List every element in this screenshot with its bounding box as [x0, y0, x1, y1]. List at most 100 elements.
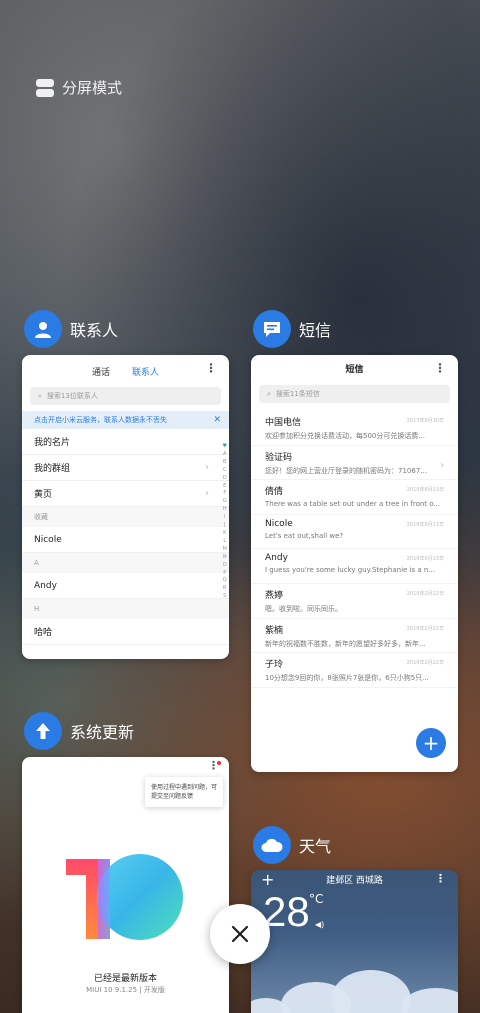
list-item[interactable]: 我的群组 › — [22, 455, 229, 481]
more-icon[interactable]: ⋮ — [435, 872, 446, 885]
list-item-label: Andy — [34, 580, 57, 591]
index-letter[interactable]: J — [224, 522, 225, 530]
weather-app-header[interactable]: 天气 — [253, 826, 331, 864]
list-item-label: 我的群组 — [34, 464, 71, 474]
list-item[interactable]: Andy — [22, 573, 229, 599]
thread-preview: 欢迎参加积分兑换话费活动，每500分可兑换话费... — [265, 432, 426, 440]
cloud-notice-banner[interactable]: 点击开启小米云服务，联系人数据永不丢失 ✕ — [22, 411, 229, 429]
split-screen-label: 分屏模式 — [62, 79, 123, 97]
contacts-app-icon — [24, 310, 62, 348]
list-item[interactable]: Nicole — [22, 527, 229, 553]
threads-list: 中国电信 2017年8月30日 欢迎参加积分兑换话费活动，每500分可兑换话费...… — [251, 411, 458, 688]
thread-preview: Let's eat out,shall we? — [265, 531, 344, 540]
close-icon — [231, 925, 249, 943]
thread-preview: 嗯。收到啦。同乐同乐。 — [265, 604, 342, 613]
index-letter[interactable]: A — [223, 451, 226, 459]
thread-row[interactable]: 验证码您好！您的网上营业厅登录的随机密码为：71067... › — [251, 446, 458, 481]
city-name: 建邺区 西城路 — [326, 876, 383, 886]
messages-title-bar: 短信 ⋮ — [251, 355, 458, 381]
feedback-tooltip[interactable]: 使用过程中遇到问题，可提交至问题反馈 — [145, 777, 223, 807]
thread-date: 2019年6月13日 — [406, 556, 444, 563]
messages-app-name: 短信 — [299, 321, 332, 340]
index-letter[interactable]: E — [223, 483, 226, 491]
clear-all-button[interactable] — [210, 904, 270, 964]
index-letter[interactable]: M — [223, 546, 227, 554]
index-letter[interactable]: K — [223, 530, 226, 538]
chevron-right-icon: › — [205, 488, 209, 499]
search-icon: ⌕ — [38, 391, 42, 400]
index-letter[interactable]: S — [223, 593, 226, 601]
index-letter[interactable]: N — [223, 554, 227, 562]
split-screen-icon — [36, 78, 54, 97]
list-item[interactable]: 黄页 › — [22, 481, 229, 507]
thread-date: 2019年6月13日 — [406, 521, 444, 528]
index-letter[interactable]: R — [223, 585, 226, 593]
updater-app-name: 系统更新 — [70, 723, 135, 742]
messages-app-icon — [253, 310, 291, 348]
thread-preview: I guess you're some lucky guy.Stephanie … — [265, 566, 435, 575]
split-screen-button[interactable]: 分屏模式 — [36, 77, 122, 98]
thread-date: 2017年8月30日 — [406, 418, 444, 424]
thread-date: 2019年2月22日 — [406, 625, 444, 632]
contacts-list: 我的名片我的群组 › 黄页 › 收藏 Nicole A Andy H 哈哈 — [22, 429, 229, 645]
chevron-right-icon: › — [440, 459, 444, 471]
thread-row[interactable]: Andy 2019年6月13日 I guess you're some lucky … — [251, 549, 458, 584]
messages-title: 短信 — [345, 364, 364, 375]
list-item-label: 收藏 — [34, 513, 48, 521]
index-letter[interactable]: C — [223, 467, 227, 475]
index-letter[interactable]: L — [223, 538, 226, 546]
index-letter[interactable]: O — [223, 562, 227, 570]
index-letter[interactable]: B — [223, 459, 226, 467]
chevron-right-icon: › — [205, 462, 209, 473]
messages-search-placeholder: 搜索11条短信 — [275, 390, 320, 398]
index-letter[interactable]: F — [223, 490, 226, 498]
thread-row[interactable]: Nicole 2019年6月13日 Let's eat out,shall we? — [251, 515, 458, 550]
thread-row[interactable]: 中国电信 2017年8月30日 欢迎参加积分兑换话费活动，每500分可兑换话费... — [251, 411, 458, 446]
thread-preview: 您好！您的网上营业厅登录的随机密码为：71067... — [265, 466, 427, 475]
list-item-label: Nicole — [34, 534, 62, 545]
index-letter[interactable]: H — [223, 506, 227, 514]
temperature-value: 28 — [263, 888, 310, 935]
notification-dot — [217, 761, 221, 765]
contacts-app-header[interactable]: 联系人 — [24, 310, 118, 348]
thread-row[interactable]: 子玲 2019年2月22日 10分想念9回的你，8张照片7张是你，6只小狗5只... — [251, 653, 458, 688]
thread-preview: 新年的祝福数不胜数，新年的愿望好多好多，新年... — [265, 639, 426, 648]
weather-card[interactable]: + 建邺区 西城路 ⋮ 28 °C ◀) 云 — [251, 870, 458, 1013]
list-item-label: 黄页 — [34, 490, 53, 500]
list-item[interactable]: 我的名片 — [22, 429, 229, 455]
more-icon[interactable]: ⋮ — [205, 361, 217, 375]
tab-calls[interactable]: 通话 — [92, 365, 110, 381]
messages-card[interactable]: 短信 ⋮ ⌕ 搜索11条短信 中国电信 2017年8月30日 欢迎参加积分兑换话费活… — [251, 355, 458, 772]
tab-contacts[interactable]: 联系人 — [132, 365, 159, 381]
update-status: 已经是最新版本 — [93, 974, 157, 984]
cloud-shape — [331, 970, 411, 1013]
contacts-card[interactable]: 通话 联系人 ⋮ ⌕ 搜索13位联系人 点击开启小米云服务，联系人数据永不丢失 … — [22, 355, 229, 659]
section-header: A — [22, 553, 229, 573]
thread-preview: 10分想念9回的你，8张照片7张是你，6只小狗5只... — [265, 674, 429, 683]
thread-row[interactable]: 燕婷 2019年2月22日 嗯。收到啦。同乐同乐。 — [251, 584, 458, 619]
sound-icon[interactable]: ◀) — [315, 920, 324, 929]
index-letter[interactable]: ♥ — [223, 443, 227, 451]
weather-app-name: 天气 — [299, 837, 332, 856]
contacts-app-name: 联系人 — [70, 321, 119, 340]
messages-app-header[interactable]: 短信 — [253, 310, 331, 348]
index-letter[interactable]: Q — [223, 577, 227, 585]
updater-card[interactable]: ⋮ 使用过程中遇到问题，可提交至问题反馈 已经是最新版本 MIUI 10 9.1… — [22, 757, 229, 1013]
contacts-search-input[interactable]: ⌕ 搜索13位联系人 — [30, 387, 221, 405]
index-letter[interactable]: G — [223, 498, 227, 506]
thread-name: 验证码 — [265, 452, 293, 463]
thread-row[interactable]: 紫楠 2019年2月22日 新年的祝福数不胜数，新年的愿望好多好多，新年... — [251, 619, 458, 654]
more-icon[interactable]: ⋮ — [434, 361, 446, 375]
alphabet-index[interactable]: ♥ A B C D E F G H I J K L M N O P Q R S — [223, 443, 227, 601]
thread-row[interactable]: 倩倩 2019年6月13日 There was a table set out un… — [251, 480, 458, 515]
new-message-button[interactable]: + — [416, 728, 446, 758]
index-letter[interactable]: P — [223, 570, 226, 578]
thread-date: 2019年6月13日 — [406, 487, 444, 494]
index-letter[interactable]: D — [223, 475, 227, 483]
messages-search-input[interactable]: ⌕ 搜索11条短信 — [259, 385, 450, 403]
list-item[interactable]: 哈哈 — [22, 619, 229, 645]
contacts-tabs: 通话 联系人 ⋮ — [22, 355, 229, 381]
index-letter[interactable]: I — [224, 514, 225, 522]
close-icon[interactable]: ✕ — [213, 415, 221, 425]
updater-app-header[interactable]: 系统更新 — [24, 712, 134, 750]
